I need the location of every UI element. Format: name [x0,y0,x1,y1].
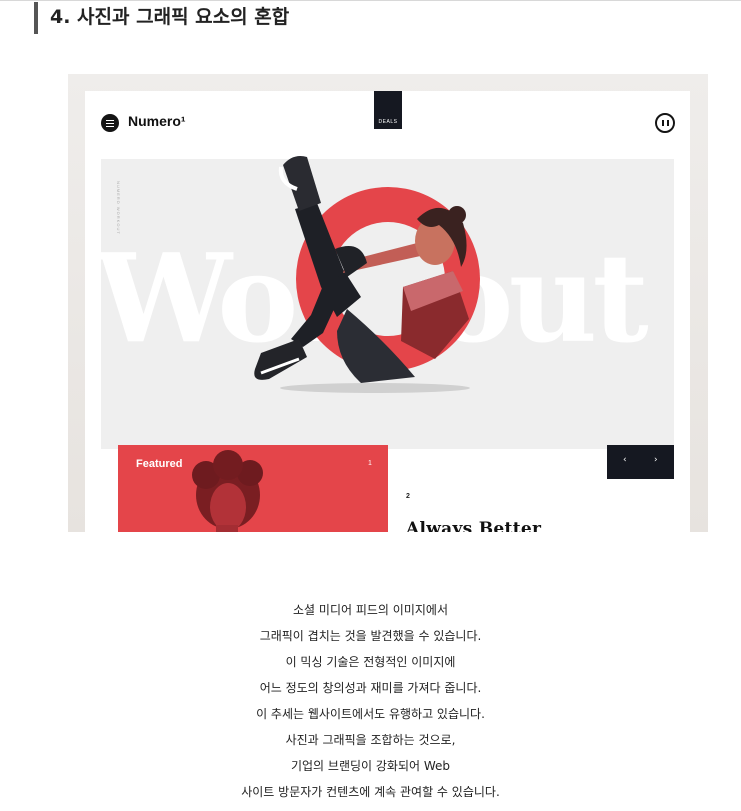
body-line: 이 믹싱 기술은 전형적인 이미지에 [285,655,456,669]
body-line: 사진과 그래픽을 조합하는 것으로, [285,733,456,747]
body-line: 소셜 미디어 피드의 이미지에서 [293,603,448,617]
body-line: 어느 정도의 창의성과 재미를 가져다 줍니다. [259,681,482,695]
section-title: 4. 사진과 그래픽 요소의 혼합 [50,6,290,28]
body-line: 그래픽이 겹치는 것을 발견했을 수 있습니다. [259,629,482,643]
description-text: 소셜 미디어 피드의 이미지에서 그래픽이 겹치는 것을 발견했을 수 있습니다… [0,597,741,805]
body-line: 이 추세는 웹사이트에서도 유행하고 있습니다. [256,707,485,721]
body-line: 기업의 브랜딩이 강화되어 Web [290,759,451,773]
heading-accent-bar [34,2,38,34]
example-website-image: Numero¹ DEALS NUMERO WORKOUT Workout Fea… [68,74,708,532]
athlete-with-red-circle [254,156,480,393]
body-line: 사이트 방문자가 컨텐츠에 계속 관여할 수 있습니다. [241,785,500,799]
website-mockup: Numero¹ DEALS NUMERO WORKOUT Workout Fea… [85,91,690,532]
top-divider [0,0,741,1]
